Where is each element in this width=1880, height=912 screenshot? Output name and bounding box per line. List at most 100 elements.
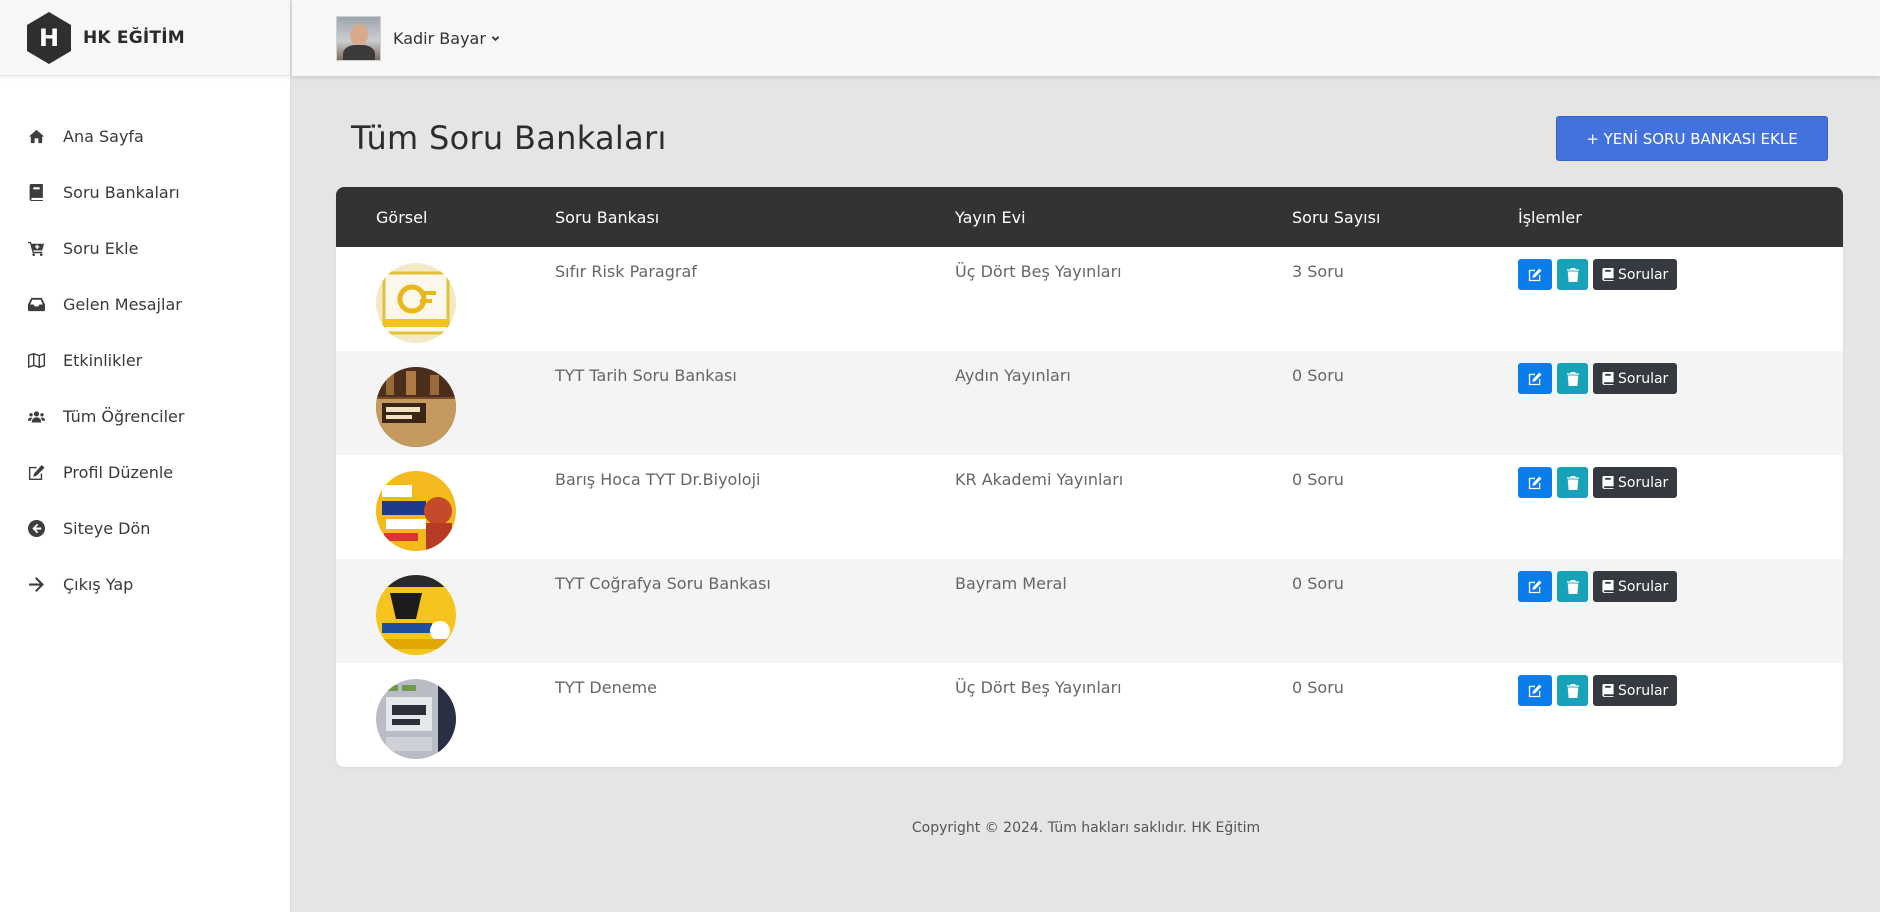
sidebar-item-label: Etkinlikler	[63, 350, 143, 370]
table-row: Sıfır Risk Paragraf Üç Dört Beş Yayınlar…	[336, 247, 1843, 351]
table-row: TYT Tarih Soru Bankası Aydın Yayınları 0…	[336, 351, 1843, 455]
sidebar-nav: Ana Sayfa Soru Bankaları Soru Ekle Gelen…	[0, 76, 290, 612]
trash-icon	[1566, 579, 1579, 594]
bank-publisher: Aydın Yayınları	[955, 366, 1071, 385]
trash-icon	[1566, 475, 1579, 490]
bank-name: Barış Hoca TYT Dr.Biyoloji	[555, 470, 761, 489]
questions-button-label: Sorular	[1618, 266, 1669, 283]
bank-question-count: 3 Soru	[1292, 262, 1344, 281]
edit-icon	[26, 463, 46, 481]
arrow-right-icon	[26, 575, 46, 593]
sidebar-item-tum-ogrenciler[interactable]: Tüm Öğrenciler	[0, 388, 290, 444]
bank-publisher: KR Akademi Yayınları	[955, 470, 1124, 489]
sidebar-item-cikis-yap[interactable]: Çıkış Yap	[0, 556, 290, 612]
arrow-circle-left-icon	[26, 519, 46, 537]
hexagon-logo-icon: H	[27, 11, 71, 64]
book-icon	[1602, 684, 1614, 697]
book-cover-thumbnail	[376, 575, 456, 655]
sidebar: H HK EĞİTİM Ana Sayfa Soru Bankaları Sor…	[0, 0, 291, 912]
users-icon	[26, 407, 46, 425]
sidebar-item-siteye-don[interactable]: Siteye Dön	[0, 500, 290, 556]
header-count: Soru Sayısı	[1292, 207, 1381, 227]
book-icon	[1602, 268, 1614, 281]
brand-letter: H	[39, 24, 59, 52]
sidebar-item-gelen-mesajlar[interactable]: Gelen Mesajlar	[0, 276, 290, 332]
table-row: TYT Coğrafya Soru Bankası Bayram Meral 0…	[336, 559, 1843, 663]
edit-icon	[1528, 475, 1542, 489]
bank-question-count: 0 Soru	[1292, 678, 1344, 697]
bank-publisher: Üç Dört Beş Yayınları	[955, 678, 1122, 697]
user-menu-toggle[interactable]: Kadir Bayar	[393, 29, 500, 48]
table-row: TYT Deneme Üç Dört Beş Yayınları 0 Soru …	[336, 663, 1843, 767]
footer-copyright: Copyright © 2024. Tüm hakları saklıdır. …	[911, 820, 1261, 836]
add-question-bank-button[interactable]: + YENİ SORU BANKASI EKLE	[1556, 116, 1828, 161]
book-icon	[1602, 372, 1614, 385]
chevron-down-icon	[491, 35, 500, 41]
bank-question-count: 0 Soru	[1292, 470, 1344, 489]
edit-button[interactable]	[1518, 571, 1552, 602]
book-icon	[1602, 580, 1614, 593]
header-image: Görsel	[376, 207, 428, 227]
header-publisher: Yayın Evi	[955, 207, 1026, 227]
trash-icon	[1566, 683, 1579, 698]
questions-button[interactable]: Sorular	[1593, 467, 1678, 498]
book-cover-thumbnail	[376, 263, 456, 343]
bank-question-count: 0 Soru	[1292, 366, 1344, 385]
delete-button[interactable]	[1557, 363, 1588, 394]
page-title: Tüm Soru Bankaları	[351, 119, 667, 157]
questions-button-label: Sorular	[1618, 474, 1669, 491]
questions-button-label: Sorular	[1618, 682, 1669, 699]
edit-button[interactable]	[1518, 363, 1552, 394]
questions-button[interactable]: Sorular	[1593, 675, 1678, 706]
questions-button[interactable]: Sorular	[1593, 363, 1678, 394]
questions-button-label: Sorular	[1618, 370, 1669, 387]
table-row: Barış Hoca TYT Dr.Biyoloji KR Akademi Ya…	[336, 455, 1843, 559]
edit-button[interactable]	[1518, 675, 1552, 706]
user-name: Kadir Bayar	[393, 28, 486, 48]
sidebar-item-label: Profil Düzenle	[63, 462, 174, 482]
questions-button[interactable]: Sorular	[1593, 259, 1678, 290]
header-actions: İşlemler	[1518, 207, 1582, 227]
bank-name: Sıfır Risk Paragraf	[555, 262, 697, 281]
sidebar-item-label: Çıkış Yap	[63, 574, 134, 594]
sidebar-item-profil-duzenle[interactable]: Profil Düzenle	[0, 444, 290, 500]
bank-name: TYT Coğrafya Soru Bankası	[555, 574, 771, 593]
delete-button[interactable]	[1557, 259, 1588, 290]
sidebar-item-soru-ekle[interactable]: Soru Ekle	[0, 220, 290, 276]
book-icon	[1602, 476, 1614, 489]
sidebar-item-label: Soru Ekle	[63, 238, 139, 258]
table-header-row: Görsel Soru Bankası Yayın Evi Soru Sayıs…	[336, 187, 1843, 247]
trash-icon	[1566, 267, 1579, 282]
delete-button[interactable]	[1557, 467, 1588, 498]
main-content: Tüm Soru Bankaları + YENİ SORU BANKASI E…	[292, 76, 1880, 912]
sidebar-item-label: Siteye Dön	[63, 518, 151, 538]
questions-button[interactable]: Sorular	[1593, 571, 1678, 602]
sidebar-item-label: Gelen Mesajlar	[63, 294, 182, 314]
edit-button[interactable]	[1518, 467, 1552, 498]
inbox-icon	[26, 295, 46, 313]
bank-publisher: Bayram Meral	[955, 574, 1067, 593]
sidebar-item-etkinlikler[interactable]: Etkinlikler	[0, 332, 290, 388]
edit-icon	[1528, 683, 1542, 697]
book-icon	[26, 183, 46, 201]
bank-name: TYT Deneme	[555, 678, 657, 697]
delete-button[interactable]	[1557, 675, 1588, 706]
edit-icon	[1528, 371, 1542, 385]
sidebar-item-label: Ana Sayfa	[63, 126, 144, 146]
questions-button-label: Sorular	[1618, 578, 1669, 595]
bank-question-count: 0 Soru	[1292, 574, 1344, 593]
sidebar-item-ana-sayfa[interactable]: Ana Sayfa	[0, 108, 290, 164]
avatar[interactable]	[336, 15, 381, 61]
edit-button[interactable]	[1518, 259, 1552, 290]
brand[interactable]: H HK EĞİTİM	[0, 0, 290, 76]
home-icon	[26, 127, 46, 145]
sidebar-item-label: Soru Bankaları	[63, 182, 180, 202]
brand-name: HK EĞİTİM	[83, 27, 185, 48]
cart-plus-icon	[26, 239, 46, 257]
book-cover-thumbnail	[376, 679, 456, 759]
trash-icon	[1566, 371, 1579, 386]
sidebar-item-label: Tüm Öğrenciler	[63, 406, 185, 426]
delete-button[interactable]	[1557, 571, 1588, 602]
sidebar-item-soru-bankalari[interactable]: Soru Bankaları	[0, 164, 290, 220]
book-cover-thumbnail	[376, 471, 456, 551]
